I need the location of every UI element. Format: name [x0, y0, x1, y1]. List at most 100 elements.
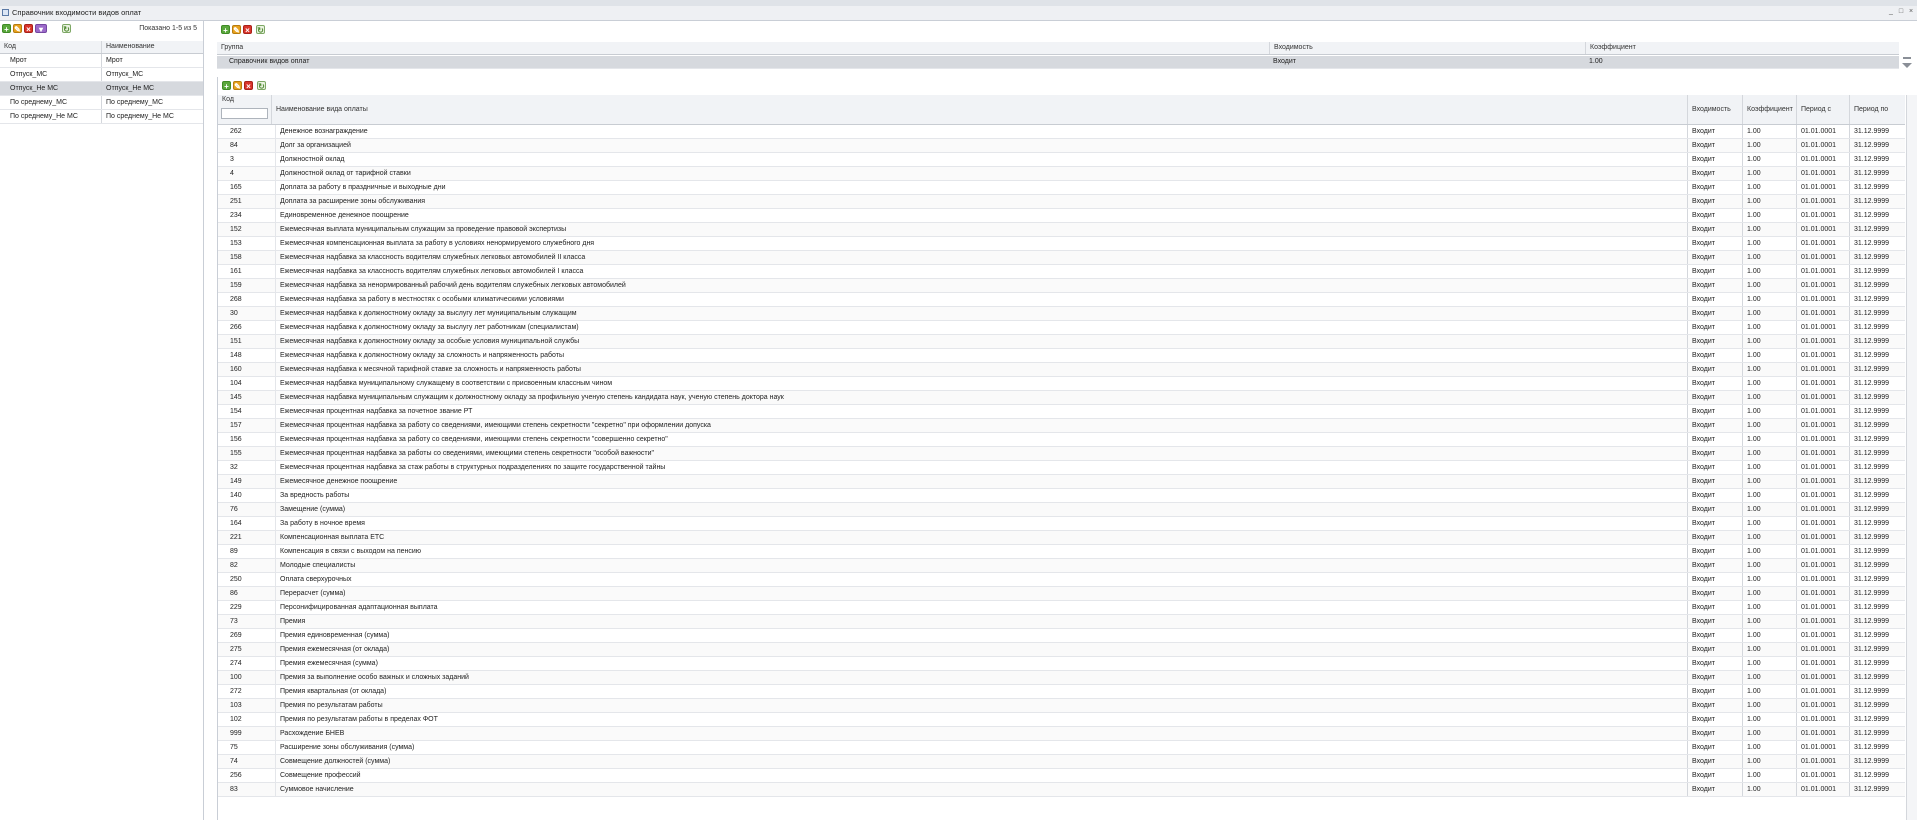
table-row[interactable]: 274 Премия ежемесячная (сумма) Входит 1.00 0… [218, 657, 1905, 671]
table-row[interactable]: 73 Премия Входит 1.00 01.01.0001 31.12.9999 [218, 615, 1905, 629]
edit-icon[interactable]: ✎ [232, 25, 241, 35]
row-period-to: 31.12.9999 [1849, 265, 1905, 278]
row-entry: Входит [1687, 713, 1742, 726]
col-entry[interactable]: Входимость [1269, 42, 1585, 54]
table-row[interactable]: 234 Единовременное денежное поощрение Вход… [218, 209, 1905, 223]
table-row[interactable]: 159 Ежемесячная надбавка за ненормированн… [218, 279, 1905, 293]
table-row[interactable]: 104 Ежемесячная надбавка муниципальному с… [218, 377, 1905, 391]
col-entry[interactable]: Входимость [1687, 95, 1742, 124]
row-period-from: 01.01.0001 [1796, 433, 1849, 446]
list-item[interactable]: По среднему_МС По среднему_МС [0, 96, 203, 110]
table-row[interactable]: 74 Совмещение должностей (сумма) Входит 1.0… [218, 755, 1905, 769]
table-row[interactable]: 103 Премия по результатам работы Входит 1.0… [218, 699, 1905, 713]
add-icon[interactable]: + [221, 25, 230, 35]
table-row[interactable]: 158 Ежемесячная надбавка за классность во… [218, 251, 1905, 265]
row-period-from: 01.01.0001 [1796, 587, 1849, 600]
table-row[interactable]: 160 Ежемесячная надбавка к месячной тариф… [218, 363, 1905, 377]
minimize-icon[interactable]: _ [1887, 8, 1895, 16]
table-row[interactable]: 268 Ежемесячная надбавка за работу в мест… [218, 293, 1905, 307]
table-row[interactable]: 251 Доплата за расширение зоны обслуживан… [218, 195, 1905, 209]
row-period-from: 01.01.0001 [1796, 447, 1849, 460]
row-code: 84 [230, 142, 238, 149]
table-row[interactable]: 161 Ежемесячная надбавка за классность во… [218, 265, 1905, 279]
table-row[interactable]: 82 Молодые специалисты Входит 1.00 01.01.000… [218, 559, 1905, 573]
table-row[interactable]: 30 Ежемесячная надбавка к должностному ок… [218, 307, 1905, 321]
table-row[interactable]: 229 Персонифицированная адаптационная вып… [218, 601, 1905, 615]
table-row[interactable]: 250 Оплата сверхурочных Входит 1.00 01.01.00… [218, 573, 1905, 587]
table-row[interactable]: 157 Ежемесячная процентная надбавка за ра… [218, 419, 1905, 433]
table-row[interactable]: 164 За работу в ночное время Входит 1.00 01.… [218, 517, 1905, 531]
row-entry: Входит [1687, 769, 1742, 782]
refresh-icon[interactable]: ↻ [256, 25, 265, 35]
table-row[interactable]: 89 Компенсация в связи с выходом на пенси… [218, 545, 1905, 559]
table-row[interactable]: 140 За вредность работы Входит 1.00 01.01.00… [218, 489, 1905, 503]
table-row[interactable]: 86 Перерасчет (сумма) Входит 1.00 01.01.0001… [218, 587, 1905, 601]
code-filter-input[interactable] [221, 108, 268, 119]
row-entry: Входит [1687, 517, 1742, 530]
table-row[interactable]: 155 Ежемесячная процентная надбавка за ра… [218, 447, 1905, 461]
delete-icon[interactable]: × [24, 24, 33, 34]
table-row[interactable]: 3 Должностной оклад Входит 1.00 01.01.0001 31… [218, 153, 1905, 167]
table-row[interactable]: 76 Замещение (сумма) Входит 1.00 01.01.0001 3… [218, 503, 1905, 517]
table-row[interactable]: 151 Ежемесячная надбавка к должностному о… [218, 335, 1905, 349]
add-icon[interactable]: + [222, 81, 231, 91]
col-coef[interactable]: Коэффициент [1585, 42, 1899, 54]
row-payment-name: Ежемесячная надбавка за классность водит… [275, 251, 1687, 264]
table-row[interactable]: 262 Денежное вознаграждение Входит 1.00 01.0… [218, 125, 1905, 139]
edit-icon[interactable]: ✎ [13, 24, 22, 34]
table-row[interactable]: 100 Премия за выполнение особо важных и с… [218, 671, 1905, 685]
table-row[interactable]: 32 Ежемесячная процентная надбавка за ста… [218, 461, 1905, 475]
options-icon[interactable]: ▾ [35, 24, 47, 34]
row-code: 164 [230, 520, 242, 527]
refresh-icon[interactable]: ↻ [257, 81, 266, 91]
edit-icon[interactable]: ✎ [233, 81, 242, 91]
col-period-to[interactable]: Период по [1849, 95, 1905, 124]
table-row[interactable]: 153 Ежемесячная компенсационная выплата з… [218, 237, 1905, 251]
table-row[interactable]: 269 Премия единовременная (сумма) Входит 1.… [218, 629, 1905, 643]
table-row[interactable]: 154 Ежемесячная процентная надбавка за по… [218, 405, 1905, 419]
table-row[interactable]: 275 Премия ежемесячная (от оклада) Входит 1… [218, 643, 1905, 657]
payments-scrollbar[interactable] [1906, 95, 1917, 820]
table-row[interactable]: 156 Ежемесячная процентная надбавка за ра… [218, 433, 1905, 447]
table-row[interactable]: 102 Премия по результатам работы в предел… [218, 713, 1905, 727]
row-code: 149 [230, 478, 242, 485]
table-row[interactable]: 266 Ежемесячная надбавка к должностному о… [218, 321, 1905, 335]
table-row[interactable]: 165 Доплата за работу в праздничные и вых… [218, 181, 1905, 195]
col-group[interactable]: Группа [217, 42, 1269, 54]
table-row[interactable]: 4 Должностной оклад от тарифной ставки Вхо… [218, 167, 1905, 181]
table-row[interactable]: 999 Расхождение БНЕВ Входит 1.00 01.01.0001 3… [218, 727, 1905, 741]
table-row[interactable]: 83 Суммовое начисление Входит 1.00 01.01.000… [218, 783, 1905, 797]
col-period-from[interactable]: Период с [1796, 95, 1849, 124]
table-row[interactable]: 272 Премия квартальная (от оклада) Входит 1… [218, 685, 1905, 699]
table-row[interactable]: 148 Ежемесячная надбавка к должностному о… [218, 349, 1905, 363]
col-code[interactable]: Код [218, 95, 271, 124]
group-entry: Входит [1273, 58, 1296, 65]
col-name[interactable]: Наименование [101, 41, 203, 53]
list-item[interactable]: По среднему_Не МС По среднему_Не МС [0, 110, 203, 124]
close-icon[interactable]: × [1907, 8, 1915, 16]
list-item[interactable]: Отпуск_МС Отпуск_МС [0, 68, 203, 82]
add-icon[interactable]: + [2, 24, 11, 34]
groups-scroll-icon[interactable] [1900, 55, 1914, 71]
table-row[interactable]: 256 Совмещение профессий Входит 1.00 01.01.0… [218, 769, 1905, 783]
row-period-from: 01.01.0001 [1796, 531, 1849, 544]
col-payment-name[interactable]: Наименование вида оплаты [271, 95, 1687, 124]
refresh-icon[interactable]: ↻ [62, 24, 71, 34]
delete-icon[interactable]: × [244, 81, 253, 91]
table-row[interactable]: 145 Ежемесячная надбавка муниципальным сл… [218, 391, 1905, 405]
group-row[interactable]: Справочник видов оплат Входит 1.00 [217, 56, 1899, 69]
table-row[interactable]: 152 Ежемесячная выплата муниципальным слу… [218, 223, 1905, 237]
row-period-to: 31.12.9999 [1849, 755, 1905, 768]
table-row[interactable]: 221 Компенсационная выплата ЕТС Входит 1.00… [218, 531, 1905, 545]
delete-icon[interactable]: × [243, 25, 252, 35]
maximize-icon[interactable]: □ [1897, 8, 1905, 16]
row-code: 148 [230, 352, 242, 359]
list-item[interactable]: Мрот Мрот [0, 54, 203, 68]
list-item[interactable]: Отпуск_Не МС Отпуск_Не МС [0, 82, 203, 96]
table-row[interactable]: 75 Расширение зоны обслуживания (сумма) Вх… [218, 741, 1905, 755]
table-row[interactable]: 149 Ежемесячное денежное поощрение Входит 1… [218, 475, 1905, 489]
row-coef: 1.00 [1742, 755, 1796, 768]
table-row[interactable]: 84 Долг за организацией Входит 1.00 01.01.00… [218, 139, 1905, 153]
col-coef[interactable]: Коэффициент [1742, 95, 1796, 124]
col-code[interactable]: Код [0, 41, 101, 53]
